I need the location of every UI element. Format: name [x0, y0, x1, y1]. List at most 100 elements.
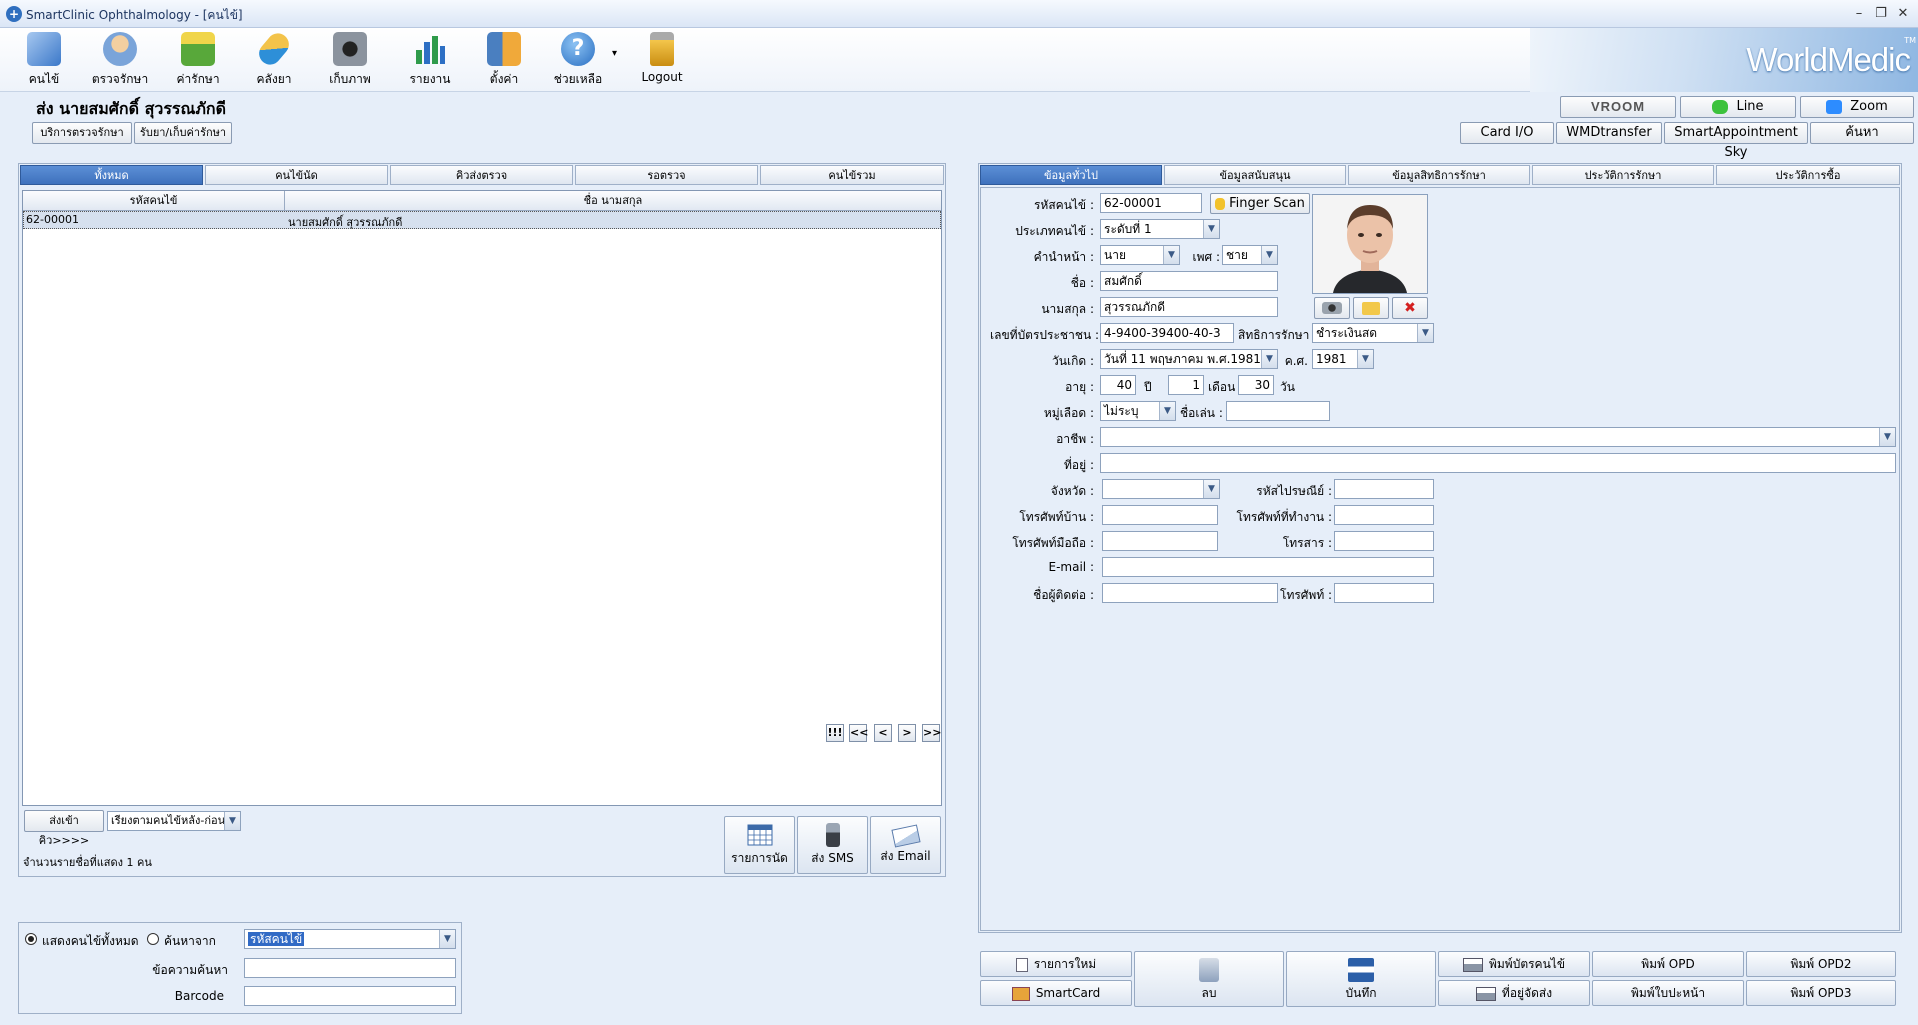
capture-photo-button[interactable]	[1314, 297, 1350, 319]
contact-name-field[interactable]	[1102, 583, 1278, 603]
citizen-id-field[interactable]: 4-9400-39400-40-3	[1100, 323, 1234, 343]
nav-next-button[interactable]: >	[898, 724, 916, 742]
col-patient-id[interactable]: รหัสคนไข้	[23, 191, 285, 211]
finger-scan-button[interactable]: Finger Scan	[1210, 193, 1310, 214]
wmdtransfer-button[interactable]: WMDtransfer	[1556, 122, 1662, 144]
toolbar-fees[interactable]: ค่ารักษา	[160, 32, 236, 90]
tab-appointments[interactable]: คนไข้นัด	[205, 165, 388, 185]
card-io-button[interactable]: Card I/O	[1460, 122, 1554, 144]
tab-treatment-history[interactable]: ประวัติการรักษา	[1532, 165, 1714, 185]
nickname-field[interactable]	[1226, 401, 1330, 421]
restore-button[interactable]: ❐	[1870, 5, 1892, 23]
age-months-field[interactable]: 1	[1168, 375, 1204, 395]
vroom-button[interactable]: VROOM	[1560, 96, 1676, 118]
search-text-input[interactable]	[244, 958, 456, 978]
drug-fee-button[interactable]: รับยา/เก็บค่ารักษา	[134, 122, 232, 144]
table-row[interactable]: 62-00001 นายสมศักดิ์ สุวรรณภักดี	[23, 211, 941, 229]
toolbar-logout[interactable]: Logout	[624, 32, 700, 90]
age-years-field[interactable]: 40	[1100, 375, 1136, 395]
send-to-queue-button[interactable]: ส่งเข้าคิว>>>>	[24, 810, 104, 847]
sort-order-select[interactable]: เรียงตามคนไข้หลัง-ก่อน ▼	[107, 811, 241, 831]
service-button[interactable]: บริการตรวจรักษา	[32, 122, 132, 144]
print-opd3-button[interactable]: พิมพ์ OPD3	[1746, 980, 1896, 1006]
delete-button[interactable]: ลบ	[1134, 951, 1284, 1007]
province-select[interactable]: ▼	[1102, 479, 1220, 499]
address-field[interactable]	[1100, 453, 1896, 473]
zoom-button[interactable]: Zoom	[1800, 96, 1914, 118]
home-phone-field[interactable]	[1102, 505, 1218, 525]
contact-phone-field[interactable]	[1334, 583, 1434, 603]
radio-show-all[interactable]	[25, 933, 37, 945]
toolbar-patient[interactable]: คนไข้	[6, 32, 82, 90]
patient-id-field[interactable]: 62-00001	[1100, 193, 1202, 213]
postal-code-field[interactable]	[1334, 479, 1434, 499]
nav-last-button[interactable]: >>	[922, 724, 941, 742]
patient-type-select[interactable]: ระดับที่ 1 ▼	[1100, 219, 1220, 239]
tab-combined[interactable]: คนไข้รวม	[760, 165, 944, 185]
radio-search-from[interactable]	[147, 933, 159, 945]
prefix-select[interactable]: นาย ▼	[1100, 245, 1180, 265]
tab-treatment-rights[interactable]: ข้อมูลสิทธิการรักษา	[1348, 165, 1530, 185]
label-postal-code: รหัสไปรษณีย์ :	[1256, 484, 1332, 498]
print-opd-button[interactable]: พิมพ์ OPD	[1592, 951, 1744, 977]
smartappointment-sky-button[interactable]: SmartAppointment Sky	[1664, 122, 1808, 160]
brand-banner: WorldMedic TM	[1530, 28, 1918, 92]
print-patient-card-button[interactable]: พิมพ์บัตรคนไข้	[1438, 951, 1590, 977]
toolbar-reports[interactable]: รายงาน	[392, 32, 468, 90]
search-by-select[interactable]: รหัสคนไข้ ▼	[244, 929, 456, 949]
mobile-phone-field[interactable]	[1102, 531, 1218, 551]
line-label: Line	[1736, 99, 1764, 114]
last-name-field[interactable]: สุวรรณภักดี	[1100, 297, 1278, 317]
tab-waiting[interactable]: รอตรวจ	[575, 165, 758, 185]
appointment-list-button[interactable]: รายการนัด	[724, 816, 795, 874]
barcode-input[interactable]	[244, 986, 456, 1006]
print-cover-sheet-button[interactable]: พิมพ์ใบปะหน้า	[1592, 980, 1744, 1006]
nav-first-button[interactable]: <<	[849, 724, 868, 742]
print-opd2-button[interactable]: พิมพ์ OPD2	[1746, 951, 1896, 977]
age-days-field[interactable]: 30	[1238, 375, 1274, 395]
occupation-select[interactable]: ▼	[1100, 427, 1896, 447]
minimize-button[interactable]: –	[1848, 5, 1870, 23]
patient-photo	[1312, 194, 1428, 294]
tab-purchase-history[interactable]: ประวัติการซื้อ	[1716, 165, 1900, 185]
close-button[interactable]: ✕	[1892, 5, 1914, 23]
label-months: เดือน	[1208, 380, 1236, 394]
ad-year-select[interactable]: 1981 ▼	[1312, 349, 1374, 369]
new-record-button[interactable]: รายการใหม่	[980, 951, 1132, 977]
save-button[interactable]: บันทึก	[1286, 951, 1436, 1007]
tab-general-info[interactable]: ข้อมูลทั่วไป	[980, 165, 1162, 185]
toolbar-help[interactable]: ? ช่วยเหลือ	[540, 32, 616, 90]
smartcard-button[interactable]: SmartCard	[980, 980, 1132, 1006]
toolbar-settings[interactable]: ตั้งค่า	[466, 32, 542, 90]
finger-icon	[1215, 197, 1226, 210]
treatment-right-select[interactable]: ชำระเงินสด ▼	[1312, 323, 1434, 343]
delete-photo-button[interactable]: ✖	[1392, 297, 1428, 319]
col-patient-name[interactable]: ชื่อ นามสกุล	[285, 191, 941, 211]
toolbar-treatment[interactable]: ตรวจรักษา	[82, 32, 158, 90]
nav-all-button[interactable]: !!!	[826, 724, 844, 742]
search-button[interactable]: ค้นหา	[1810, 122, 1914, 144]
search-text-label: ข้อความค้นหา	[152, 963, 228, 977]
shipping-address-button[interactable]: ที่อยู่จัดส่ง	[1438, 980, 1590, 1006]
fax-field[interactable]	[1334, 531, 1434, 551]
work-phone-field[interactable]	[1334, 505, 1434, 525]
toolbar-pharmacy[interactable]: คลังยา	[236, 28, 312, 90]
new-record-label: รายการใหม่	[1033, 957, 1097, 971]
tab-supporting-info[interactable]: ข้อมูลสนับสนุน	[1164, 165, 1346, 185]
birthdate-picker[interactable]: วันที่ 11 พฤษภาคม พ.ศ.1981 ▼	[1100, 349, 1278, 369]
send-email-button[interactable]: ส่ง Email	[870, 816, 941, 874]
chevron-down-icon: ▼	[439, 930, 455, 948]
first-name-field[interactable]: สมศักดิ์	[1100, 271, 1278, 291]
send-sms-button[interactable]: ส่ง SMS	[797, 816, 868, 874]
open-photo-button[interactable]	[1353, 297, 1389, 319]
line-button[interactable]: Line	[1680, 96, 1796, 118]
help-dropdown-arrow[interactable]: ▾	[612, 48, 617, 59]
sex-select[interactable]: ชาย ▼	[1222, 245, 1278, 265]
toolbar-images[interactable]: เก็บภาพ	[312, 32, 388, 90]
nav-prev-button[interactable]: <	[874, 724, 892, 742]
email-field[interactable]	[1102, 557, 1434, 577]
tab-all[interactable]: ทั้งหมด	[20, 165, 203, 185]
blood-group-select[interactable]: ไม่ระบุ ▼	[1100, 401, 1176, 421]
tab-exam-queue[interactable]: คิวส่งตรวจ	[390, 165, 573, 185]
app-icon: +	[6, 6, 22, 22]
